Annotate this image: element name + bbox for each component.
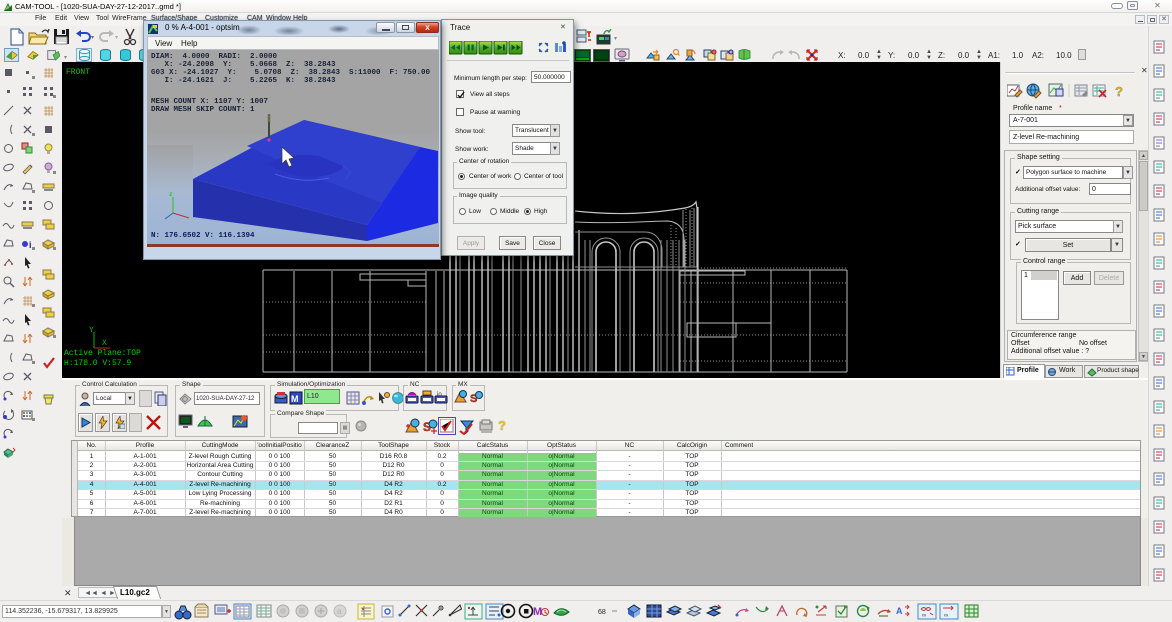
svg-text:a: a (337, 607, 342, 616)
svg-text:i: i (29, 240, 32, 250)
svg-text:68: 68 (598, 609, 606, 616)
svg-text:M: M (291, 394, 299, 404)
svg-text:z: z (169, 191, 173, 198)
svg-text:io: io (437, 392, 442, 398)
svg-text:?: ? (1115, 84, 1123, 99)
svg-text:∞: ∞ (922, 613, 926, 619)
svg-text:Y: Y (89, 326, 94, 335)
svg-text:X: X (102, 339, 107, 348)
svg-text:M: M (533, 606, 542, 618)
svg-text:A: A (896, 606, 903, 616)
svg-text:∞: ∞ (944, 613, 948, 619)
